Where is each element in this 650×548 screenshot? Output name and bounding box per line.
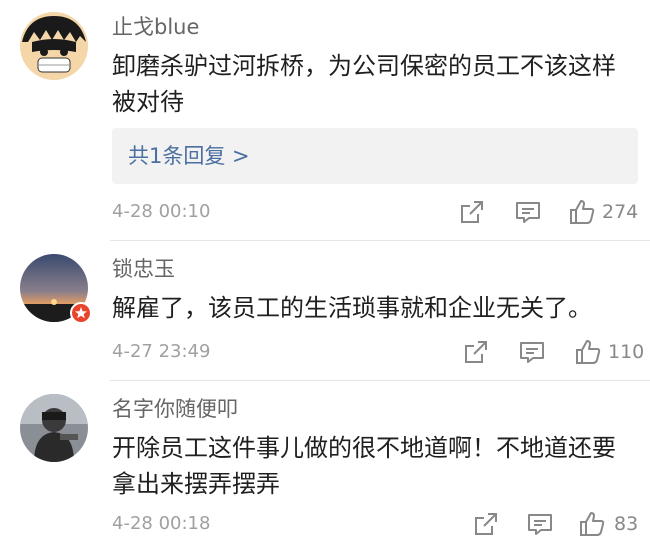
avatar[interactable] [20,12,88,80]
red-star-badge-icon [70,302,92,324]
timestamp: 4-28 00:10 [112,201,211,222]
like-icon[interactable] [578,510,606,538]
comment-text: 开除员工这件事儿做的很不地道啊！不地道还要拿出来摆弄摆弄 [112,434,616,498]
share-icon[interactable] [462,338,490,366]
like-icon[interactable] [574,338,602,366]
like-icon[interactable] [568,198,596,226]
share-icon[interactable] [458,198,486,226]
comment-meta: 4-28 00:10 274 [112,198,638,228]
comment-icon[interactable] [518,338,546,366]
comment-icon[interactable] [526,510,554,538]
comment-icon[interactable] [514,198,542,226]
reply-box[interactable]: 共1条回复 > [112,128,638,184]
username[interactable]: 名字你随便叩 [112,396,238,422]
comment-meta: 4-27 23:49 110 [112,338,644,368]
comment-item-1: 止戈blue 卸磨杀驴过河拆桥，为公司保密的员工不该这样被对待 共1条回复 > … [0,0,650,240]
like-count: 83 [614,513,639,535]
like-count: 274 [602,201,639,223]
comment-text: 卸磨杀驴过河拆桥，为公司保密的员工不该这样被对待 [112,52,616,116]
comment-item-3: 名字你随便叩 开除员工这件事儿做的很不地道啊！不地道还要拿出来摆弄摆弄 4-28… [0,380,650,548]
timestamp: 4-28 00:18 [112,513,211,534]
timestamp: 4-27 23:49 [112,341,211,362]
comment-meta: 4-28 00:18 83 [112,510,638,540]
avatar[interactable] [20,394,88,462]
like-count: 110 [608,341,645,363]
photo-avatar [20,394,88,462]
username[interactable]: 止戈blue [112,14,199,40]
comment-text: 解雇了，该员工的生活琐事就和企业无关了。 [112,294,592,322]
cartoon-face-avatar [20,12,88,80]
view-replies-link[interactable]: 共1条回复 > [128,142,250,170]
share-icon[interactable] [472,510,500,538]
comment-item-2: 锁忠玉 解雇了，该员工的生活琐事就和企业无关了。 4-27 23:49 110 [0,240,650,380]
username[interactable]: 锁忠玉 [112,256,175,282]
